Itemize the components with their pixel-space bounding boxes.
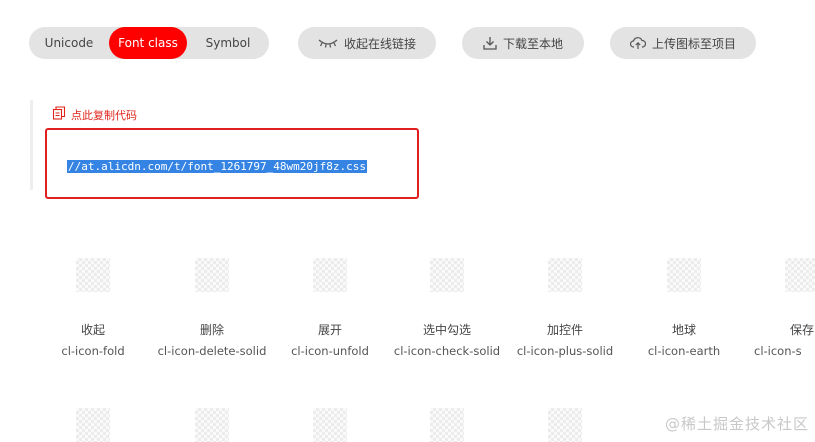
icon-class: cl-icon-check-solid <box>393 344 501 358</box>
css-code-box[interactable]: //at.alicdn.com/t/font_1261797_48wm20jf8… <box>45 128 419 199</box>
icon-name: 收起 <box>80 323 105 337</box>
check-glyph-icon <box>430 258 464 292</box>
icon-class: cl-icon-unfold <box>291 344 369 358</box>
download-icon <box>483 36 497 50</box>
icon-name: 展开 <box>317 323 342 337</box>
unfold-glyph-icon <box>313 258 347 292</box>
earth-glyph-icon <box>667 258 701 292</box>
plus-glyph-icon <box>548 258 582 292</box>
fold-glyph-icon <box>76 258 110 292</box>
icon-class: cl-icon-earth <box>647 344 721 358</box>
icon-name: 选中勾选 <box>422 323 471 337</box>
format-tabs: Unicode Font class Symbol <box>29 27 269 59</box>
tab-font-class[interactable]: Font class <box>109 27 187 59</box>
tab-unicode[interactable]: Unicode <box>29 27 109 59</box>
icon-class: cl-icon-fold <box>61 344 125 358</box>
upload-to-project-button[interactable]: 上传图标至项目 <box>610 27 756 59</box>
tab-symbol[interactable]: Symbol <box>187 27 269 59</box>
icon-class: cl-icon-s <box>754 344 802 358</box>
glyph-icon <box>76 408 110 442</box>
watermark: @稀土掘金技术社区 <box>664 415 809 433</box>
icon-name: 删除 <box>199 323 224 337</box>
css-url-text[interactable]: //at.alicdn.com/t/font_1261797_48wm20jf8… <box>67 160 368 173</box>
download-local-button[interactable]: 下载至本地 <box>462 27 584 59</box>
glyph-icon <box>430 408 464 442</box>
download-local-label: 下载至本地 <box>502 36 563 51</box>
icon-name: 加控件 <box>546 323 583 337</box>
copy-code-link[interactable]: 点此复制代码 <box>52 106 137 123</box>
icon-class: cl-icon-delete-solid <box>157 344 267 358</box>
icon-name: 保存 <box>789 323 814 337</box>
upload-to-project-label: 上传图标至项目 <box>651 36 736 51</box>
icon-name: 地球 <box>671 323 696 337</box>
collapse-online-link-button[interactable]: 收起在线链接 <box>298 27 436 59</box>
copy-code-label: 点此复制代码 <box>71 108 137 122</box>
delete-glyph-icon <box>195 258 229 292</box>
icon-class: cl-icon-plus-solid <box>516 344 614 358</box>
closed-eye-icon <box>318 38 338 48</box>
glyph-icon <box>313 408 347 442</box>
glyph-icon <box>195 408 229 442</box>
copy-icon <box>52 106 66 123</box>
code-block-divider <box>30 100 33 190</box>
collapse-online-link-label: 收起在线链接 <box>343 36 416 51</box>
save-glyph-icon <box>785 258 815 292</box>
cloud-upload-icon <box>629 36 646 50</box>
glyph-icon <box>548 408 582 442</box>
